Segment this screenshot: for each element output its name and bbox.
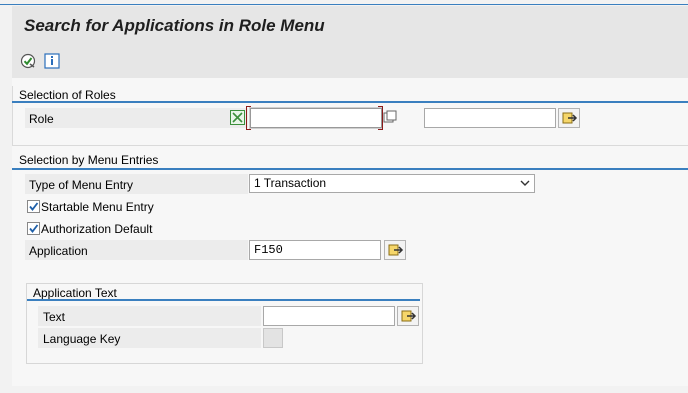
arrow-right-icon bbox=[388, 244, 404, 256]
language-key-label: Language Key bbox=[43, 332, 121, 346]
authorization-default-label: Authorization Default bbox=[41, 222, 153, 236]
type-of-menu-entry-select[interactable]: 1 Transaction bbox=[249, 174, 535, 193]
chevron-down-icon bbox=[520, 175, 530, 198]
application-label: Application bbox=[29, 244, 88, 258]
application-text-divider bbox=[27, 299, 420, 301]
startable-menu-entry-label: Startable Menu Entry bbox=[41, 200, 154, 214]
role-multiple-selection-button[interactable] bbox=[558, 108, 580, 128]
arrow-right-icon bbox=[562, 112, 578, 124]
focus-bracket-left bbox=[246, 106, 251, 130]
application-input[interactable]: F150 bbox=[249, 240, 381, 260]
text-search-button[interactable] bbox=[397, 306, 419, 326]
checkmark-icon bbox=[29, 224, 39, 233]
top-accent-line bbox=[0, 4, 688, 5]
language-key-input[interactable] bbox=[263, 328, 283, 348]
menu-section-title: Selection by Menu Entries bbox=[19, 153, 159, 167]
text-input[interactable] bbox=[263, 306, 395, 326]
checkmark-icon bbox=[29, 202, 39, 211]
role-row-label-bg bbox=[25, 108, 248, 128]
role-from-input[interactable] bbox=[249, 107, 383, 129]
text-label: Text bbox=[43, 310, 66, 324]
page-title: Search for Applications in Role Menu bbox=[24, 16, 325, 35]
authorization-default-checkbox[interactable] bbox=[27, 222, 40, 235]
copy-range-icon[interactable] bbox=[383, 110, 397, 124]
execute-icon[interactable] bbox=[20, 53, 36, 69]
roles-section-divider bbox=[12, 101, 688, 103]
startable-menu-entry-checkbox[interactable] bbox=[27, 200, 40, 213]
type-of-menu-entry-value: 1 Transaction bbox=[254, 176, 327, 190]
application-toolbar bbox=[12, 44, 688, 78]
multiple-selection-green-icon[interactable] bbox=[230, 110, 245, 125]
text-row-label-bg bbox=[38, 306, 261, 326]
application-search-button[interactable] bbox=[384, 240, 406, 260]
roles-section-title: Selection of Roles bbox=[19, 88, 116, 102]
application-text-group-title: Application Text bbox=[33, 286, 117, 300]
info-icon[interactable] bbox=[44, 53, 60, 69]
arrow-right-icon bbox=[401, 310, 417, 322]
menu-section-divider bbox=[12, 168, 688, 170]
type-of-menu-entry-label: Type of Menu Entry bbox=[29, 178, 134, 192]
role-label: Role bbox=[29, 112, 54, 126]
role-to-input[interactable] bbox=[424, 108, 556, 128]
